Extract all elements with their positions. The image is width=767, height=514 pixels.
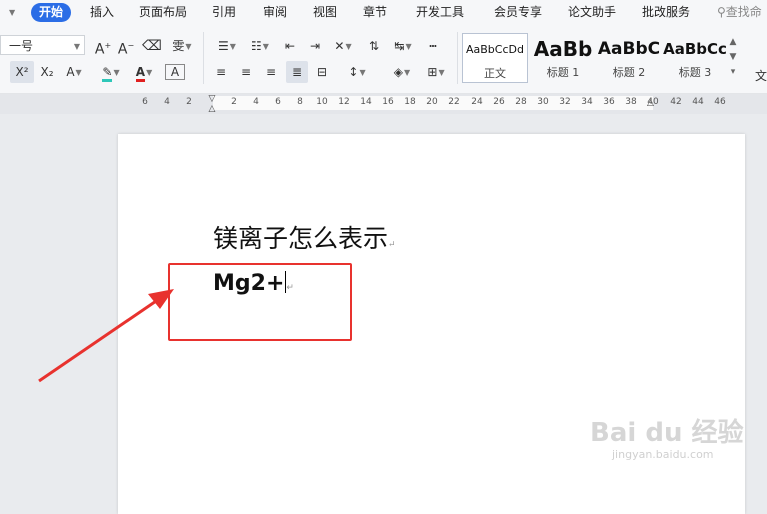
watermark-logo-text: Bai du 经验 [590, 418, 744, 448]
watermark-url: jingyan.baidu.com [612, 448, 714, 461]
watermark-logo: Bai du 经验 [590, 412, 744, 449]
